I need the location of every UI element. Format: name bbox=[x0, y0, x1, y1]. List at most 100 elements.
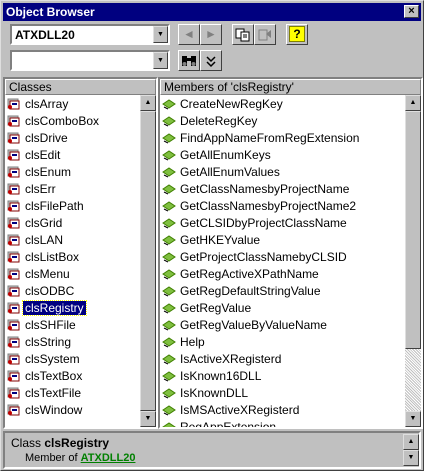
scroll-thumb[interactable] bbox=[405, 111, 421, 349]
member-list-item-label: IsKnown16DLL bbox=[180, 369, 262, 383]
method-icon bbox=[162, 200, 176, 212]
member-list-item-label: IsMSActiveXRegisterd bbox=[180, 403, 300, 417]
member-list-item[interactable]: CreateNewRegKey bbox=[162, 96, 283, 113]
method-icon bbox=[162, 251, 176, 263]
class-list-item-label: clsGrid bbox=[25, 216, 63, 230]
scroll-down-button[interactable]: ▼ bbox=[403, 450, 419, 466]
classes-scrollbar[interactable]: ▲ ▼ bbox=[140, 95, 156, 427]
member-list-item[interactable]: FindAppNameFromRegExtension bbox=[162, 130, 359, 147]
class-list-item-label: clsArray bbox=[25, 97, 69, 111]
class-list-item-label: clsListBox bbox=[25, 250, 80, 264]
class-list-item[interactable]: clsTextFile bbox=[7, 385, 81, 402]
method-icon bbox=[162, 421, 176, 427]
scroll-thumb[interactable] bbox=[140, 111, 156, 411]
class-list-item[interactable]: clsWindow bbox=[7, 402, 82, 419]
class-list-item[interactable]: clsODBC bbox=[7, 283, 74, 300]
member-list-item-label: GetRegValueByValueName bbox=[180, 318, 327, 332]
library-link[interactable]: ATXDLL20 bbox=[81, 452, 136, 464]
scroll-down-button[interactable]: ▼ bbox=[405, 411, 421, 427]
class-list-item[interactable]: clsDrive bbox=[7, 130, 68, 147]
member-list-item[interactable]: GetAllEnumKeys bbox=[162, 147, 271, 164]
member-list-item[interactable]: GetRegActiveXPathName bbox=[162, 266, 319, 283]
library-combo[interactable]: ATXDLL20 ▼ bbox=[10, 24, 170, 45]
search-dropdown-arrow[interactable]: ▼ bbox=[153, 52, 168, 69]
member-list-item[interactable]: IsActiveXRegisterd bbox=[162, 351, 281, 368]
method-icon bbox=[162, 217, 176, 229]
close-button[interactable]: × bbox=[404, 5, 419, 18]
library-value: ATXDLL20 bbox=[15, 28, 75, 42]
class-list-item[interactable]: clsComboBox bbox=[7, 113, 99, 130]
member-list-item-label: GetClassNamesbyProjectName2 bbox=[180, 199, 357, 213]
class-module-icon bbox=[7, 149, 21, 161]
class-list-item[interactable]: clsEdit bbox=[7, 147, 60, 164]
class-list-item-label: clsWindow bbox=[25, 403, 83, 417]
member-list-item-label: GetCLSIDbyProjectClassName bbox=[180, 216, 347, 230]
members-scrollbar[interactable]: ▲ ▼ bbox=[405, 95, 421, 427]
class-module-icon bbox=[7, 98, 21, 110]
member-list-item-label: GetHKEYvalue bbox=[180, 233, 261, 247]
scroll-up-button[interactable]: ▲ bbox=[403, 434, 419, 450]
scroll-up-button[interactable]: ▲ bbox=[140, 95, 156, 111]
copy-icon bbox=[235, 28, 250, 42]
copy-to-clipboard-button[interactable] bbox=[232, 24, 254, 45]
method-icon bbox=[162, 234, 176, 246]
member-list-item[interactable]: GetCLSIDbyProjectClassName bbox=[162, 215, 347, 232]
method-icon bbox=[162, 183, 176, 195]
class-list-item-label: clsTextBox bbox=[25, 369, 83, 383]
classes-pane: Classes clsArray clsComboBox clsDrive clsEd… bbox=[3, 77, 158, 429]
member-list-item[interactable]: IsMSActiveXRegisterd bbox=[162, 402, 299, 419]
show-search-results-button[interactable] bbox=[200, 50, 222, 71]
member-list-item-label: IsKnownDLL bbox=[180, 386, 249, 400]
class-list-item[interactable]: clsLAN bbox=[7, 232, 63, 249]
library-dropdown-arrow[interactable]: ▼ bbox=[153, 26, 168, 43]
details-class-prefix: Class bbox=[11, 436, 42, 450]
class-list-item[interactable]: clsMenu bbox=[7, 266, 70, 283]
member-list-item[interactable]: IsKnownDLL bbox=[162, 385, 248, 402]
member-list-item[interactable]: IsKnown16DLL bbox=[162, 368, 261, 385]
class-list-item-label: clsLAN bbox=[25, 233, 64, 247]
class-module-icon bbox=[7, 234, 21, 246]
member-list-item[interactable]: GetClassNamesbyProjectName2 bbox=[162, 198, 356, 215]
member-list-item-label: Help bbox=[180, 335, 205, 349]
title-bar[interactable]: Object Browser × bbox=[3, 3, 421, 21]
class-list-item[interactable]: clsArray bbox=[7, 96, 68, 113]
member-list-item[interactable]: DeleteRegKey bbox=[162, 113, 257, 130]
member-list-item[interactable]: GetAllEnumValues bbox=[162, 164, 280, 181]
member-list-item[interactable]: GetRegValueByValueName bbox=[162, 317, 327, 334]
class-list-item[interactable]: clsString bbox=[7, 334, 71, 351]
member-list-item[interactable]: GetRegDefaultStringValue bbox=[162, 283, 321, 300]
class-list-item[interactable]: clsFilePath bbox=[7, 198, 84, 215]
class-list-item[interactable]: clsGrid bbox=[7, 215, 62, 232]
member-list-item[interactable]: GetProjectClassNamebyCLSID bbox=[162, 249, 347, 266]
class-list-item[interactable]: clsTextBox bbox=[7, 368, 82, 385]
help-button[interactable]: ? bbox=[286, 24, 308, 45]
search-button[interactable] bbox=[178, 50, 200, 71]
class-module-icon bbox=[7, 336, 21, 348]
scroll-down-button[interactable]: ▼ bbox=[140, 411, 156, 427]
member-list-item[interactable]: GetHKEYvalue bbox=[162, 232, 260, 249]
details-scrollbar[interactable]: ▲ ▼ bbox=[403, 434, 419, 466]
scroll-up-button[interactable]: ▲ bbox=[405, 95, 421, 111]
member-list-item[interactable]: RegAppExtension bbox=[162, 419, 276, 427]
go-back-button[interactable]: ◄ bbox=[178, 24, 200, 45]
class-module-icon bbox=[7, 268, 21, 280]
class-list-item[interactable]: clsErr bbox=[7, 181, 56, 198]
go-forward-button[interactable]: ► bbox=[200, 24, 222, 45]
class-module-icon bbox=[7, 251, 21, 263]
class-list-item[interactable]: clsListBox bbox=[7, 249, 79, 266]
class-list-item[interactable]: clsEnum bbox=[7, 164, 71, 181]
member-list-item-label: GetRegActiveXPathName bbox=[180, 267, 319, 281]
member-list-item[interactable]: Help bbox=[162, 334, 205, 351]
class-list-item-label: clsEnum bbox=[25, 165, 72, 179]
class-module-icon bbox=[7, 353, 21, 365]
class-list-item[interactable]: clsRegistry bbox=[7, 300, 87, 317]
class-list-item[interactable]: clsSHFile bbox=[7, 317, 76, 334]
view-definition-button[interactable] bbox=[254, 24, 276, 45]
class-list-item-label: clsFilePath bbox=[25, 199, 84, 213]
class-list-item[interactable]: clsSystem bbox=[7, 351, 80, 368]
class-module-icon bbox=[7, 404, 21, 416]
method-icon bbox=[162, 387, 176, 399]
member-list-item[interactable]: GetRegValue bbox=[162, 300, 251, 317]
member-list-item[interactable]: GetClassNamesbyProjectName bbox=[162, 181, 349, 198]
search-combo[interactable]: ▼ bbox=[10, 50, 170, 71]
